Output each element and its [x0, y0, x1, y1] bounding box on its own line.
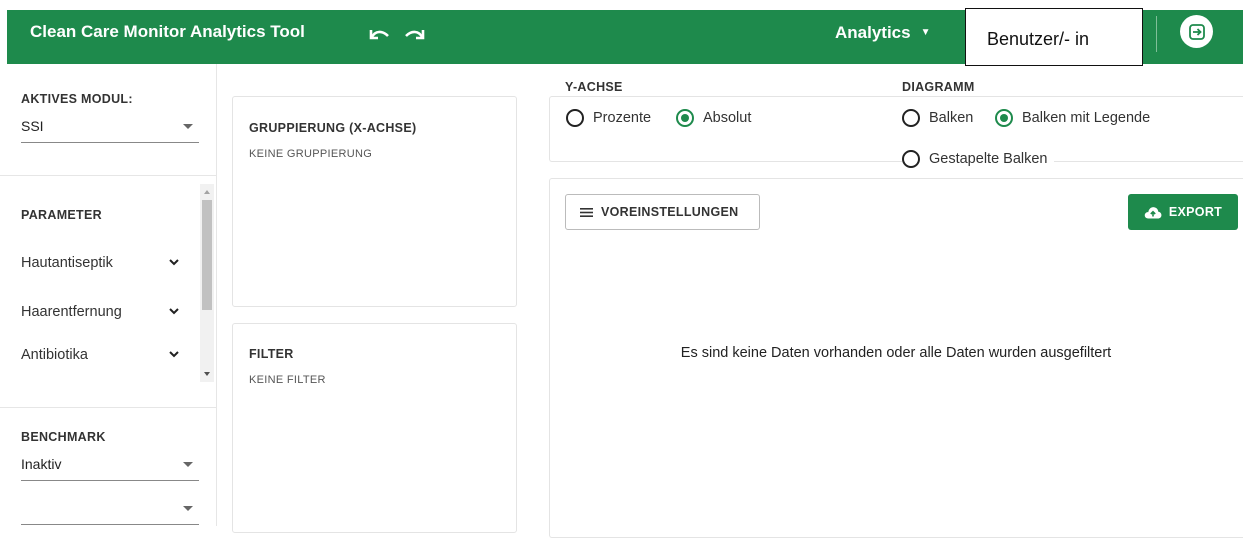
- parameter-item-label: Hautantiseptik: [21, 255, 113, 271]
- scrollbar-thumb[interactable]: [202, 200, 212, 310]
- active-module-value: SSI: [21, 118, 44, 134]
- diagram-label: DIAGRAMM: [902, 80, 975, 94]
- radio-button-selected-icon: [676, 109, 694, 127]
- caret-down-icon: ▼: [920, 27, 931, 38]
- radio-label: Balken mit Legende: [1022, 110, 1151, 126]
- redo-icon[interactable]: [403, 26, 427, 44]
- parameter-item-label: Haarentfernung: [21, 304, 122, 320]
- grouping-card[interactable]: GRUPPIERUNG (X-ACHSE) KEINE GRUPPIERUNG: [232, 96, 517, 307]
- radio-balken-mit-legende[interactable]: Balken mit Legende: [995, 109, 1150, 127]
- active-module-select[interactable]: SSI: [21, 116, 199, 143]
- radio-button-icon: [566, 109, 584, 127]
- presets-button[interactable]: VOREINSTELLUNGEN: [565, 194, 760, 230]
- benchmark-value: Inaktiv: [21, 456, 62, 472]
- empty-state-message: Es sind keine Daten vorhanden oder alle …: [680, 345, 1112, 361]
- chevron-down-icon: [169, 351, 179, 358]
- cloud-upload-icon: [1144, 206, 1162, 218]
- top-app-bar: Clean Care Monitor Analytics Tool Analyt…: [7, 8, 1243, 66]
- list-icon: [580, 207, 593, 217]
- dropdown-arrow-icon: [183, 462, 193, 467]
- parameter-item-hautantiseptik[interactable]: Hautantiseptik: [21, 255, 186, 271]
- benchmark-select[interactable]: Inaktiv: [21, 454, 199, 481]
- filter-value: KEINE FILTER: [249, 374, 326, 386]
- sidebar-divider: [0, 407, 217, 408]
- parameter-item-antibiotika[interactable]: Antibiotika: [21, 347, 186, 363]
- chevron-down-icon: [169, 259, 179, 266]
- benchmark-secondary-select[interactable]: [21, 498, 199, 525]
- parameter-item-haarentfernung[interactable]: Haarentfernung: [21, 304, 186, 320]
- y-axis-label: Y-ACHSE: [565, 80, 623, 94]
- parameter-item-label: Antibiotika: [21, 347, 88, 363]
- radio-prozente[interactable]: Prozente: [566, 109, 651, 127]
- user-name-box[interactable]: Benutzer/- in: [965, 8, 1143, 66]
- logout-button[interactable]: [1180, 15, 1213, 48]
- dropdown-arrow-icon: [183, 506, 193, 511]
- sidebar: AKTIVES MODUL: SSI PARAMETER Hautantisep…: [0, 64, 217, 526]
- radio-label: Absolut: [703, 110, 752, 126]
- export-button[interactable]: EXPORT: [1128, 194, 1238, 230]
- active-module-label: AKTIVES MODUL:: [21, 92, 133, 106]
- radio-label: Prozente: [593, 110, 652, 126]
- radio-label: Gestapelte Balken: [929, 151, 1048, 167]
- radio-label: Balken: [929, 110, 974, 126]
- benchmark-label: BENCHMARK: [21, 430, 106, 444]
- radio-button-icon: [902, 150, 920, 168]
- grouping-title: GRUPPIERUNG (X-ACHSE): [249, 121, 417, 135]
- chart-options-card: [549, 96, 1243, 162]
- analytics-menu-label: Analytics: [835, 23, 911, 42]
- header-divider: [1156, 16, 1157, 52]
- radio-absolut[interactable]: Absolut: [676, 109, 751, 127]
- radio-button-selected-icon: [995, 109, 1013, 127]
- undo-icon[interactable]: [367, 26, 391, 44]
- radio-gestapelte-balken[interactable]: Gestapelte Balken: [902, 150, 1054, 168]
- radio-balken[interactable]: Balken: [902, 109, 973, 127]
- scroll-up-arrow-icon[interactable]: [204, 190, 210, 194]
- logout-icon: [1188, 23, 1205, 40]
- radio-button-icon: [902, 109, 920, 127]
- parameter-scrollbar[interactable]: [200, 184, 214, 382]
- filter-card[interactable]: FILTER KEINE FILTER: [232, 323, 517, 533]
- filter-title: FILTER: [249, 347, 294, 361]
- sidebar-divider: [0, 175, 217, 176]
- grouping-value: KEINE GRUPPIERUNG: [249, 148, 373, 160]
- chevron-down-icon: [169, 308, 179, 315]
- presets-button-label: VOREINSTELLUNGEN: [601, 205, 739, 219]
- export-button-label: EXPORT: [1168, 205, 1223, 219]
- parameter-label: PARAMETER: [21, 208, 102, 222]
- dropdown-arrow-icon: [183, 124, 193, 129]
- scroll-down-arrow-icon[interactable]: [204, 372, 210, 376]
- app-title: Clean Care Monitor Analytics Tool: [30, 22, 305, 41]
- analytics-menu[interactable]: Analytics ▼: [835, 23, 931, 43]
